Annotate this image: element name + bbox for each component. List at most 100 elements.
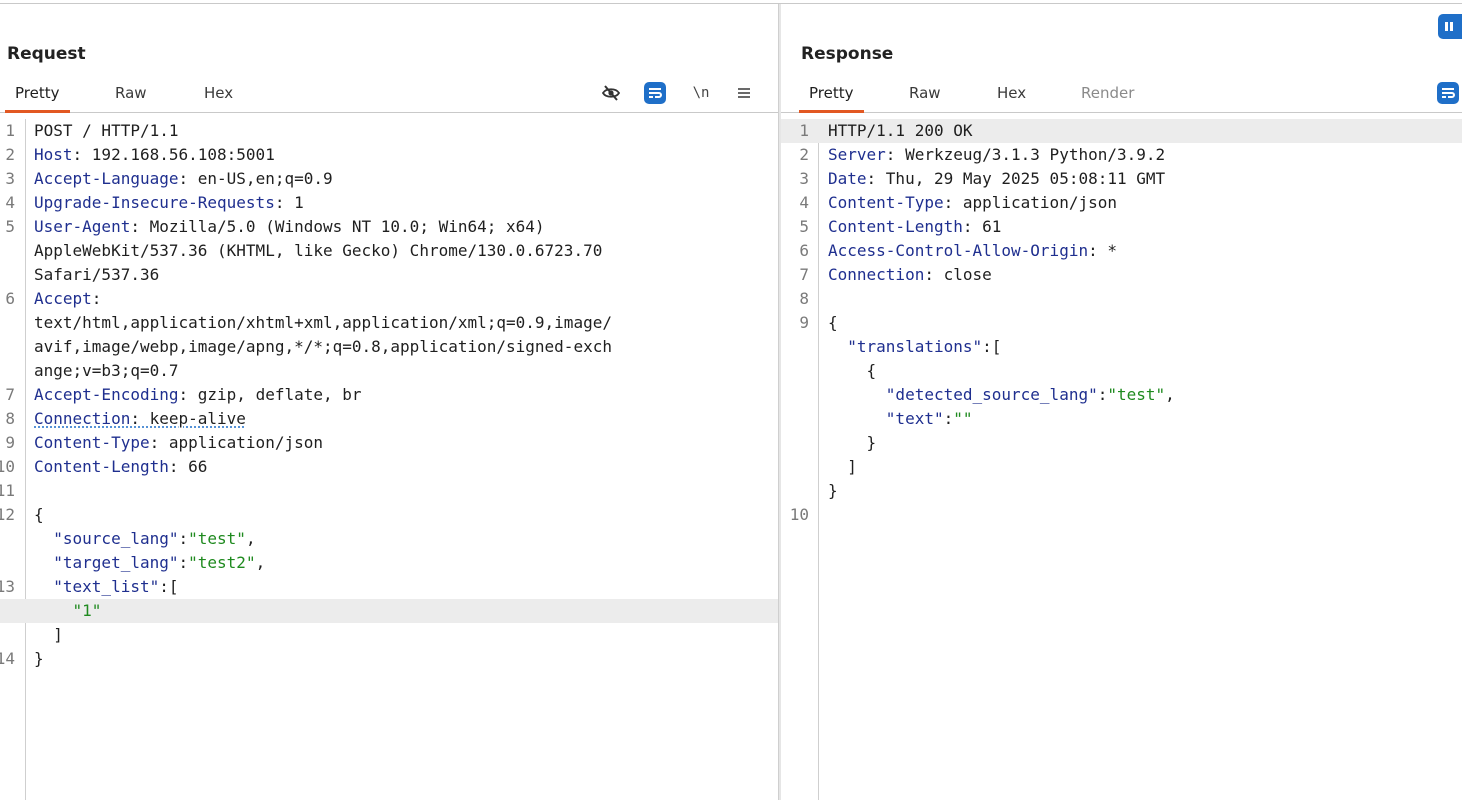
code-text: AppleWebKit/537.36 (KHTML, like Gecko) C… <box>34 239 602 263</box>
code-value: : <box>1097 385 1108 404</box>
code-key: Accept-Encoding <box>34 385 179 404</box>
code-line[interactable]: Safari/537.36 <box>0 263 778 287</box>
code-text: Connection: keep-alive <box>34 407 246 431</box>
code-line[interactable]: 8 <box>781 287 1462 311</box>
code-text: text/html,application/xhtml+xml,applicat… <box>34 311 612 335</box>
code-key: Content-Length <box>34 457 169 476</box>
word-wrap-icon[interactable] <box>644 82 666 104</box>
code-line[interactable]: 11 <box>0 479 778 503</box>
request-tab-raw[interactable]: Raw <box>105 74 157 112</box>
code-line[interactable]: } <box>781 431 1462 455</box>
code-line[interactable]: { <box>781 359 1462 383</box>
newline-icon[interactable]: \n <box>690 82 712 104</box>
response-tab-raw[interactable]: Raw <box>899 74 951 112</box>
code-value: : close <box>924 265 992 284</box>
code-line[interactable]: "detected_source_lang":"test", <box>781 383 1462 407</box>
code-line[interactable]: "1" <box>0 599 778 623</box>
response-editor[interactable]: 1 HTTP/1.1 200 OK 2 Server: Werkzeug/3.1.3 … <box>781 119 1462 800</box>
code-text: Upgrade-Insecure-Requests: 1 <box>34 191 304 215</box>
code-text: User-Agent: Mozilla/5.0 (Windows NT 10.0… <box>34 215 545 239</box>
response-tab-render[interactable]: Render <box>1071 74 1144 112</box>
code-line[interactable]: text/html,application/xhtml+xml,applicat… <box>0 311 778 335</box>
line-number: 8 <box>5 409 15 428</box>
code-line[interactable]: 10 Content-Length: 66 <box>0 455 778 479</box>
code-key: Content-Type <box>34 433 150 452</box>
line-number: 14 <box>0 649 15 668</box>
code-text: "target_lang":"test2", <box>34 551 265 575</box>
code-value: : 1 <box>274 193 304 212</box>
code-value: : <box>91 289 102 308</box>
code-line[interactable]: 6 Accept: <box>0 287 778 311</box>
code-value: HTTP/1.1 200 OK <box>828 121 973 140</box>
code-line[interactable]: } <box>781 479 1462 503</box>
code-value: : <box>178 553 189 572</box>
code-line[interactable]: 6 Access-Control-Allow-Origin: * <box>781 239 1462 263</box>
code-line[interactable]: 1 POST / HTTP/1.1 <box>0 119 778 143</box>
code-line[interactable]: 14} <box>0 647 778 671</box>
code-line[interactable]: 4 Content-Type: application/json <box>781 191 1462 215</box>
line-number: 4 <box>5 193 15 212</box>
code-value: { <box>828 361 877 380</box>
code-line[interactable]: 3 Accept-Language: en-US,en;q=0.9 <box>0 167 778 191</box>
code-text: POST / HTTP/1.1 <box>34 119 179 143</box>
code-value: { <box>34 505 44 524</box>
code-line[interactable]: AppleWebKit/537.36 (KHTML, like Gecko) C… <box>0 239 778 263</box>
code-line[interactable]: 9 Content-Type: application/json <box>0 431 778 455</box>
line-number: 5 <box>799 217 809 236</box>
code-line[interactable]: 7 Connection: close <box>781 263 1462 287</box>
request-editor[interactable]: 1 POST / HTTP/1.1 2 Host: 192.168.56.108:50… <box>0 119 778 800</box>
code-line[interactable]: 2 Host: 192.168.56.108:5001 <box>0 143 778 167</box>
line-number: 6 <box>5 289 15 308</box>
code-line[interactable]: 13 "text_list":[ <box>0 575 778 599</box>
code-key: Content-Length <box>828 217 963 236</box>
code-line[interactable]: ] <box>781 455 1462 479</box>
code-text: Accept: <box>34 287 101 311</box>
response-tabbar: Pretty Raw Hex Render <box>781 74 1462 113</box>
code-line[interactable]: "source_lang":"test", <box>0 527 778 551</box>
code-text: "source_lang":"test", <box>34 527 255 551</box>
code-line[interactable]: "text":"" <box>781 407 1462 431</box>
code-text: Accept-Language: en-US,en;q=0.9 <box>34 167 333 191</box>
code-line[interactable]: 3 Date: Thu, 29 May 2025 05:08:11 GMT <box>781 167 1462 191</box>
code-line[interactable]: 10 <box>781 503 1462 527</box>
code-line[interactable]: 12 { <box>0 503 778 527</box>
code-line[interactable]: "target_lang":"test2", <box>0 551 778 575</box>
code-text: } <box>828 479 838 503</box>
line-number: 1 <box>799 121 809 140</box>
code-text: Content-Type: application/json <box>828 191 1117 215</box>
code-line[interactable]: ] <box>0 623 778 647</box>
line-number: 10 <box>789 505 809 524</box>
response-title: Response <box>801 44 894 64</box>
code-value: ] <box>34 625 63 644</box>
code-line[interactable]: 4 Upgrade-Insecure-Requests: 1 <box>0 191 778 215</box>
line-number: 12 <box>0 505 15 524</box>
code-key: Access-Control-Allow-Origin <box>828 241 1089 260</box>
code-line[interactable]: 5 User-Agent: Mozilla/5.0 (Windows NT 10.… <box>0 215 778 239</box>
code-text: Content-Length: 66 <box>34 455 207 479</box>
code-key: "text" <box>828 409 944 428</box>
code-line[interactable]: ange;v=b3;q=0.7 <box>0 359 778 383</box>
code-line[interactable]: avif,image/webp,image/apng,*/*;q=0.8,app… <box>0 335 778 359</box>
eye-off-icon[interactable] <box>600 82 622 104</box>
request-tab-pretty[interactable]: Pretty <box>5 74 70 113</box>
code-key: "translations" <box>828 337 983 356</box>
code-text: { <box>828 359 877 383</box>
line-number: 4 <box>799 193 809 212</box>
code-line[interactable]: "translations":[ <box>781 335 1462 359</box>
code-key: "text_list" <box>34 577 160 596</box>
response-tab-pretty[interactable]: Pretty <box>799 74 864 113</box>
code-text: Safari/537.36 <box>34 263 159 287</box>
code-text: "translations":[ <box>828 335 1001 359</box>
code-line[interactable]: 1 HTTP/1.1 200 OK <box>781 119 1462 143</box>
code-text: HTTP/1.1 200 OK <box>828 119 973 143</box>
code-line[interactable]: 9{ <box>781 311 1462 335</box>
hamburger-menu-icon[interactable] <box>733 82 755 104</box>
code-text: ] <box>34 623 63 647</box>
code-line[interactable]: 7 Accept-Encoding: gzip, deflate, br <box>0 383 778 407</box>
code-line[interactable]: 2 Server: Werkzeug/3.1.3 Python/3.9.2 <box>781 143 1462 167</box>
code-line[interactable]: 8 Connection: keep-alive <box>0 407 778 431</box>
code-line[interactable]: 5 Content-Length: 61 <box>781 215 1462 239</box>
word-wrap-icon[interactable] <box>1437 82 1459 104</box>
request-tab-hex[interactable]: Hex <box>194 74 243 112</box>
response-tab-hex[interactable]: Hex <box>987 74 1036 112</box>
